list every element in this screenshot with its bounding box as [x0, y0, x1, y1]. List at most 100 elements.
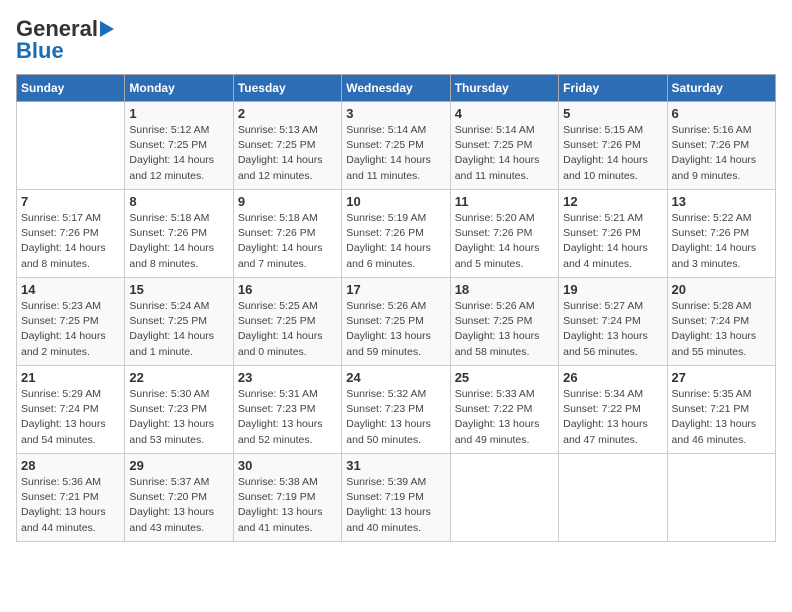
page-header: General Blue — [16, 16, 776, 64]
day-number: 27 — [672, 370, 771, 385]
day-info: Sunrise: 5:37 AM Sunset: 7:20 PM Dayligh… — [129, 475, 228, 536]
day-number: 30 — [238, 458, 337, 473]
day-info: Sunrise: 5:32 AM Sunset: 7:23 PM Dayligh… — [346, 387, 445, 448]
calendar-cell: 24 Sunrise: 5:32 AM Sunset: 7:23 PM Dayli… — [342, 366, 450, 454]
day-info: Sunrise: 5:27 AM Sunset: 7:24 PM Dayligh… — [563, 299, 662, 360]
day-number: 29 — [129, 458, 228, 473]
weekday-header-tuesday: Tuesday — [233, 75, 341, 102]
calendar-cell: 1 Sunrise: 5:12 AM Sunset: 7:25 PM Daylig… — [125, 102, 233, 190]
calendar-cell: 31 Sunrise: 5:39 AM Sunset: 7:19 PM Dayli… — [342, 454, 450, 542]
day-number: 21 — [21, 370, 120, 385]
calendar-cell: 22 Sunrise: 5:30 AM Sunset: 7:23 PM Dayli… — [125, 366, 233, 454]
day-info: Sunrise: 5:26 AM Sunset: 7:25 PM Dayligh… — [455, 299, 554, 360]
day-number: 13 — [672, 194, 771, 209]
logo-blue: Blue — [16, 38, 64, 64]
calendar-table: SundayMondayTuesdayWednesdayThursdayFrid… — [16, 74, 776, 542]
day-number: 5 — [563, 106, 662, 121]
day-info: Sunrise: 5:18 AM Sunset: 7:26 PM Dayligh… — [129, 211, 228, 272]
day-info: Sunrise: 5:24 AM Sunset: 7:25 PM Dayligh… — [129, 299, 228, 360]
day-info: Sunrise: 5:16 AM Sunset: 7:26 PM Dayligh… — [672, 123, 771, 184]
weekday-header-sunday: Sunday — [17, 75, 125, 102]
day-info: Sunrise: 5:29 AM Sunset: 7:24 PM Dayligh… — [21, 387, 120, 448]
calendar-cell: 18 Sunrise: 5:26 AM Sunset: 7:25 PM Dayli… — [450, 278, 558, 366]
calendar-cell: 15 Sunrise: 5:24 AM Sunset: 7:25 PM Dayli… — [125, 278, 233, 366]
day-number: 8 — [129, 194, 228, 209]
day-info: Sunrise: 5:36 AM Sunset: 7:21 PM Dayligh… — [21, 475, 120, 536]
calendar-cell: 16Sunrise: 5:25 AM Sunset: 7:25 PM Dayli… — [233, 278, 341, 366]
calendar-cell: 11 Sunrise: 5:20 AM Sunset: 7:26 PM Dayli… — [450, 190, 558, 278]
weekday-header-monday: Monday — [125, 75, 233, 102]
calendar-cell: 6Sunrise: 5:16 AM Sunset: 7:26 PM Daylig… — [667, 102, 775, 190]
calendar-cell: 30 Sunrise: 5:38 AM Sunset: 7:19 PM Dayli… — [233, 454, 341, 542]
logo: General Blue — [16, 16, 114, 64]
day-info: Sunrise: 5:18 AM Sunset: 7:26 PM Dayligh… — [238, 211, 337, 272]
day-number: 18 — [455, 282, 554, 297]
day-number: 1 — [129, 106, 228, 121]
day-info: Sunrise: 5:19 AM Sunset: 7:26 PM Dayligh… — [346, 211, 445, 272]
calendar-cell: 17Sunrise: 5:26 AM Sunset: 7:25 PM Dayli… — [342, 278, 450, 366]
weekday-header-saturday: Saturday — [667, 75, 775, 102]
day-info: Sunrise: 5:17 AM Sunset: 7:26 PM Dayligh… — [21, 211, 120, 272]
day-number: 26 — [563, 370, 662, 385]
day-number: 15 — [129, 282, 228, 297]
week-row-3: 14 Sunrise: 5:23 AM Sunset: 7:25 PM Dayli… — [17, 278, 776, 366]
day-number: 16 — [238, 282, 337, 297]
calendar-cell: 3 Sunrise: 5:14 AM Sunset: 7:25 PM Daylig… — [342, 102, 450, 190]
week-row-4: 21 Sunrise: 5:29 AM Sunset: 7:24 PM Dayli… — [17, 366, 776, 454]
day-number: 3 — [346, 106, 445, 121]
day-number: 10 — [346, 194, 445, 209]
calendar-cell: 29 Sunrise: 5:37 AM Sunset: 7:20 PM Dayli… — [125, 454, 233, 542]
calendar-cell: 13 Sunrise: 5:22 AM Sunset: 7:26 PM Dayli… — [667, 190, 775, 278]
day-info: Sunrise: 5:39 AM Sunset: 7:19 PM Dayligh… — [346, 475, 445, 536]
calendar-cell: 5 Sunrise: 5:15 AM Sunset: 7:26 PM Daylig… — [559, 102, 667, 190]
day-info: Sunrise: 5:21 AM Sunset: 7:26 PM Dayligh… — [563, 211, 662, 272]
day-number: 14 — [21, 282, 120, 297]
week-row-2: 7 Sunrise: 5:17 AM Sunset: 7:26 PM Daylig… — [17, 190, 776, 278]
day-number: 12 — [563, 194, 662, 209]
day-info: Sunrise: 5:14 AM Sunset: 7:25 PM Dayligh… — [346, 123, 445, 184]
day-number: 9 — [238, 194, 337, 209]
calendar-cell: 23 Sunrise: 5:31 AM Sunset: 7:23 PM Dayli… — [233, 366, 341, 454]
day-info: Sunrise: 5:30 AM Sunset: 7:23 PM Dayligh… — [129, 387, 228, 448]
day-info: Sunrise: 5:31 AM Sunset: 7:23 PM Dayligh… — [238, 387, 337, 448]
calendar-cell: 25Sunrise: 5:33 AM Sunset: 7:22 PM Dayli… — [450, 366, 558, 454]
day-info: Sunrise: 5:23 AM Sunset: 7:25 PM Dayligh… — [21, 299, 120, 360]
weekday-header-wednesday: Wednesday — [342, 75, 450, 102]
weekday-header-row: SundayMondayTuesdayWednesdayThursdayFrid… — [17, 75, 776, 102]
day-info: Sunrise: 5:22 AM Sunset: 7:26 PM Dayligh… — [672, 211, 771, 272]
day-info: Sunrise: 5:38 AM Sunset: 7:19 PM Dayligh… — [238, 475, 337, 536]
calendar-cell — [450, 454, 558, 542]
day-info: Sunrise: 5:12 AM Sunset: 7:25 PM Dayligh… — [129, 123, 228, 184]
calendar-cell: 21 Sunrise: 5:29 AM Sunset: 7:24 PM Dayli… — [17, 366, 125, 454]
day-number: 4 — [455, 106, 554, 121]
day-number: 22 — [129, 370, 228, 385]
logo-arrow-icon — [100, 21, 114, 37]
calendar-cell — [667, 454, 775, 542]
calendar-cell: 4 Sunrise: 5:14 AM Sunset: 7:25 PM Daylig… — [450, 102, 558, 190]
day-number: 17 — [346, 282, 445, 297]
day-info: Sunrise: 5:33 AM Sunset: 7:22 PM Dayligh… — [455, 387, 554, 448]
week-row-1: 1 Sunrise: 5:12 AM Sunset: 7:25 PM Daylig… — [17, 102, 776, 190]
calendar-cell: 2 Sunrise: 5:13 AM Sunset: 7:25 PM Daylig… — [233, 102, 341, 190]
day-number: 23 — [238, 370, 337, 385]
day-number: 2 — [238, 106, 337, 121]
day-number: 11 — [455, 194, 554, 209]
day-info: Sunrise: 5:20 AM Sunset: 7:26 PM Dayligh… — [455, 211, 554, 272]
day-number: 7 — [21, 194, 120, 209]
weekday-header-friday: Friday — [559, 75, 667, 102]
day-number: 19 — [563, 282, 662, 297]
calendar-cell: 20 Sunrise: 5:28 AM Sunset: 7:24 PM Dayli… — [667, 278, 775, 366]
day-info: Sunrise: 5:35 AM Sunset: 7:21 PM Dayligh… — [672, 387, 771, 448]
day-info: Sunrise: 5:15 AM Sunset: 7:26 PM Dayligh… — [563, 123, 662, 184]
day-info: Sunrise: 5:14 AM Sunset: 7:25 PM Dayligh… — [455, 123, 554, 184]
calendar-cell: 12 Sunrise: 5:21 AM Sunset: 7:26 PM Dayli… — [559, 190, 667, 278]
day-number: 24 — [346, 370, 445, 385]
calendar-cell: 26Sunrise: 5:34 AM Sunset: 7:22 PM Dayli… — [559, 366, 667, 454]
day-number: 31 — [346, 458, 445, 473]
weekday-header-thursday: Thursday — [450, 75, 558, 102]
day-number: 28 — [21, 458, 120, 473]
calendar-cell: 10 Sunrise: 5:19 AM Sunset: 7:26 PM Dayli… — [342, 190, 450, 278]
day-info: Sunrise: 5:13 AM Sunset: 7:25 PM Dayligh… — [238, 123, 337, 184]
day-info: Sunrise: 5:28 AM Sunset: 7:24 PM Dayligh… — [672, 299, 771, 360]
day-number: 20 — [672, 282, 771, 297]
